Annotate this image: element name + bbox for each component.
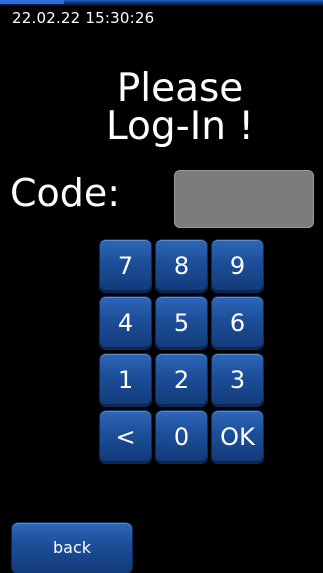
key-6[interactable]: 6 <box>212 297 263 349</box>
key-4[interactable]: 4 <box>100 297 151 349</box>
code-input-field[interactable] <box>174 170 314 228</box>
status-bar: 22.02.22 15:30:26 <box>0 0 323 30</box>
login-title-line1: Please <box>116 66 244 111</box>
datetime-display: 22.02.22 15:30:26 <box>12 9 155 27</box>
key-8[interactable]: 8 <box>156 240 207 292</box>
numeric-keypad: 7 8 9 4 5 6 1 2 3 < 0 OK <box>100 240 263 465</box>
key-7[interactable]: 7 <box>100 240 151 292</box>
key-0[interactable]: 0 <box>156 411 207 463</box>
key-2[interactable]: 2 <box>156 354 207 406</box>
key-5[interactable]: 5 <box>156 297 207 349</box>
code-label: Code: <box>10 171 121 215</box>
ok-key[interactable]: OK <box>212 411 263 463</box>
key-1[interactable]: 1 <box>100 354 151 406</box>
key-3[interactable]: 3 <box>212 354 263 406</box>
backspace-key[interactable]: < <box>100 411 151 463</box>
back-button[interactable]: back <box>12 523 132 573</box>
login-title-line2: Log-In ! <box>106 104 254 149</box>
login-title: Please Log-In ! <box>60 66 300 149</box>
status-bar-accent <box>0 0 64 4</box>
key-9[interactable]: 9 <box>212 240 263 292</box>
